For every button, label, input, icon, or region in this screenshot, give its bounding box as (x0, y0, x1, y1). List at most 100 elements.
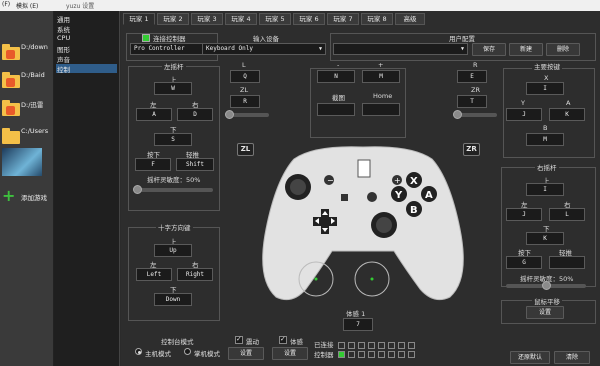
chevron-down-icon: ▼ (318, 46, 322, 52)
category-item[interactable]: 控制 (56, 64, 117, 74)
zl-label: ZL (240, 86, 249, 94)
player-indicator (378, 351, 385, 358)
tab-player-4[interactable]: 玩家 4 (225, 13, 257, 25)
right-stick-left-key[interactable]: J (506, 208, 542, 221)
add-game-item[interactable]: + 添加游戏 (0, 187, 54, 221)
clear-button[interactable]: 清除 (554, 351, 590, 364)
handheld-radio[interactable] (184, 348, 191, 355)
player-indicator (368, 351, 375, 358)
tab-player-5[interactable]: 玩家 5 (259, 13, 291, 25)
pro-controller-illustration: − + X Y A B (262, 146, 464, 301)
r-key[interactable]: E (457, 70, 487, 83)
screen-graphic (357, 159, 371, 178)
game-item[interactable] (0, 147, 54, 181)
zl-threshold-slider[interactable] (225, 110, 269, 119)
folder-icon (2, 44, 20, 60)
a-key[interactable]: K (549, 108, 585, 121)
docked-radio[interactable] (135, 348, 142, 355)
check-icon: ✓ (280, 335, 286, 343)
category-item[interactable]: 声音 (56, 54, 117, 64)
minus-symbol: − (327, 176, 334, 185)
left-stick-modifier-key[interactable]: Shift (176, 158, 214, 171)
menu-emulation[interactable]: 模拟 (E) (16, 1, 38, 10)
dpad-left-key[interactable]: Left (136, 268, 172, 281)
game-list: D:/down D:/Baid D:/迅雷 C:/Users + 添加游戏 (0, 11, 54, 366)
dpad-up-key[interactable]: Up (154, 244, 192, 257)
player-indicator-active (338, 351, 345, 358)
category-item[interactable]: CPU (56, 34, 117, 43)
minus-label: - (337, 61, 340, 69)
y-label: Y (521, 99, 525, 107)
slider-knob[interactable] (453, 110, 462, 119)
tab-player-7[interactable]: 玩家 7 (327, 13, 359, 25)
left-stick-sensitivity-slider[interactable] (133, 185, 213, 194)
motion-label: 体感 1 (346, 310, 366, 318)
restore-defaults-button[interactable]: 还原默认 (510, 351, 550, 364)
right-stick-down-key[interactable]: K (526, 232, 564, 245)
connected-label-2: 控制器 (314, 351, 334, 359)
left-stick-right-key[interactable]: D (177, 108, 213, 121)
zr-key[interactable]: T (457, 95, 487, 108)
vibration-config-button[interactable]: 设置 (228, 347, 264, 360)
right-stick-sensitivity-slider[interactable] (506, 281, 586, 290)
l-key[interactable]: Q (230, 70, 260, 83)
profile-save-button[interactable]: 保存 (472, 43, 506, 56)
dpad-right-key[interactable]: Right (177, 268, 213, 281)
b-key[interactable]: M (526, 133, 564, 146)
right-stick-up-key[interactable]: I (526, 183, 564, 196)
left-stick-press-key[interactable]: F (135, 158, 171, 171)
tab-player-6[interactable]: 玩家 6 (293, 13, 325, 25)
game-thumbnail (2, 148, 42, 176)
right-stick-right-key[interactable]: L (549, 208, 585, 221)
zr-threshold-slider[interactable] (453, 110, 497, 119)
capture-key[interactable] (317, 103, 355, 116)
profile-new-button[interactable]: 新建 (509, 43, 543, 56)
zl-key[interactable]: R (230, 95, 260, 108)
motion-checkbox[interactable]: ✓ (279, 335, 287, 344)
category-item[interactable]: 图形 (56, 44, 117, 54)
vibration-checkbox[interactable]: ✓ (235, 335, 243, 344)
category-item[interactable]: 通用 (56, 14, 117, 24)
player-indicator (348, 351, 355, 358)
player-indicator (378, 342, 385, 349)
menu-bar: (F) 模拟 (E) yuzu 设置 (0, 0, 600, 11)
profile-delete-button[interactable]: 删除 (546, 43, 580, 56)
player-indicator (408, 351, 415, 358)
tab-player-2[interactable]: 玩家 2 (157, 13, 189, 25)
right-stick-modifier-key[interactable] (549, 256, 585, 269)
motion-config-button[interactable]: 设置 (272, 347, 308, 360)
x-label: X (544, 74, 549, 82)
docked-label: 主机模式 (145, 350, 171, 358)
b-symbol: B (410, 205, 418, 216)
dpad-title: 十字方向键 (156, 222, 193, 232)
profile-select[interactable]: ▼ (333, 43, 468, 55)
slider-knob[interactable] (133, 185, 142, 194)
slider-knob[interactable] (225, 110, 234, 119)
settings-categories: 通用 系统 CPU 图形 声音 控制 (54, 11, 120, 366)
menu-file[interactable]: (F) (2, 1, 10, 8)
dpad-down-key[interactable]: Down (154, 293, 192, 306)
y-key[interactable]: J (506, 108, 542, 121)
motion-key[interactable]: 7 (343, 318, 373, 331)
connect-checkbox[interactable] (142, 34, 150, 42)
minus-key[interactable]: N (317, 70, 355, 83)
input-device-value: Keyboard Only (206, 45, 253, 52)
home-key[interactable] (362, 103, 400, 116)
slider-knob[interactable] (542, 281, 551, 290)
mouse-pan-config-button[interactable]: 设置 (526, 306, 564, 319)
left-stick-down-key[interactable]: S (154, 133, 192, 146)
tab-player-1[interactable]: 玩家 1 (123, 13, 155, 25)
tab-player-3[interactable]: 玩家 3 (191, 13, 223, 25)
capture-label: 截图 (332, 94, 345, 102)
input-device-select[interactable]: Keyboard Only ▼ (202, 43, 326, 55)
left-stick-up-key[interactable]: W (154, 82, 192, 95)
tab-player-8[interactable]: 玩家 8 (361, 13, 393, 25)
game-item-label: 添加游戏 (21, 194, 47, 202)
tab-advanced[interactable]: 高级 (395, 13, 425, 25)
x-key[interactable]: I (526, 82, 564, 95)
category-item[interactable]: 系统 (56, 24, 117, 34)
left-stick-left-key[interactable]: A (136, 108, 172, 121)
right-stick-press-key[interactable]: G (506, 256, 542, 269)
zl-badge: ZL (237, 143, 254, 156)
plus-key[interactable]: M (362, 70, 400, 83)
